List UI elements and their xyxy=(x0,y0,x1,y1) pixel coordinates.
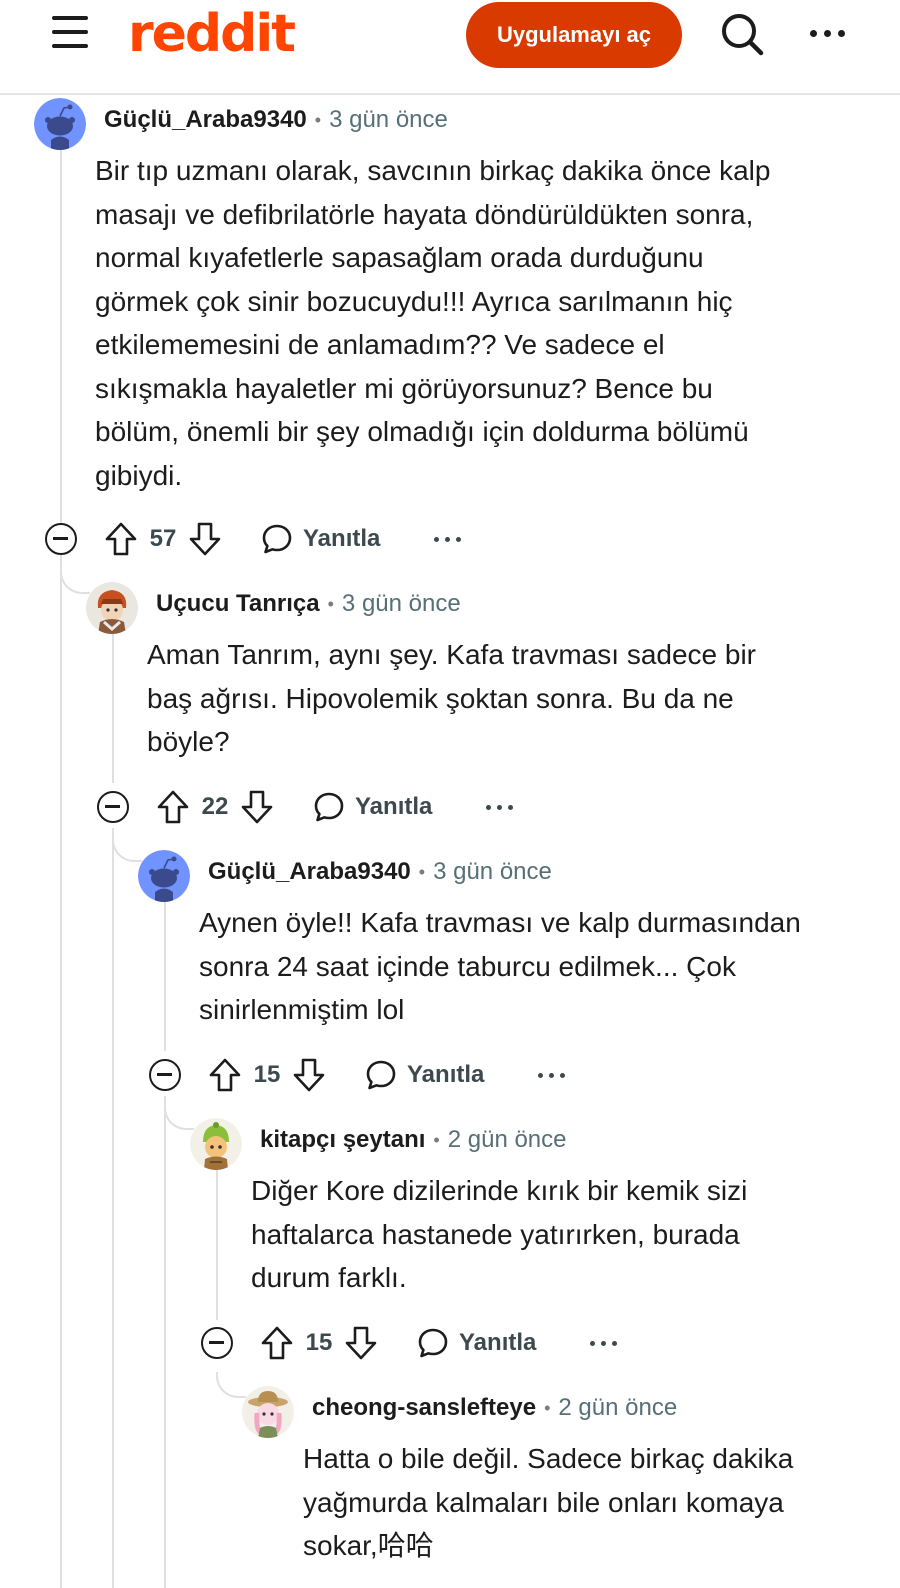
timestamp: 3 gün önce xyxy=(341,590,461,617)
collapse-thread-icon[interactable] xyxy=(201,1327,233,1359)
comment-actions: 22 Yanıtla xyxy=(97,785,518,829)
timestamp: 2 gün önce xyxy=(447,1126,567,1153)
vote-count: 15 xyxy=(305,1329,333,1356)
thread-line[interactable] xyxy=(112,828,114,1588)
comment-text-line: Bir tıp uzmanı olarak, savcının birkaç d… xyxy=(95,155,771,186)
reply-bubble-icon xyxy=(314,792,344,822)
menu-icon[interactable] xyxy=(52,16,88,50)
comment-text-line: sonra 24 saat içinde taburcu edilmek... … xyxy=(199,950,736,982)
downvote-icon[interactable] xyxy=(343,1325,379,1361)
timestamp: 3 gün önce xyxy=(433,858,552,885)
thread-connector xyxy=(112,836,142,862)
avatar[interactable] xyxy=(34,98,86,150)
comment-text-line: normal kıyafetlerle sapasağlam orada dur… xyxy=(95,242,704,273)
reply-button[interactable]: Yanıtla xyxy=(417,1327,536,1359)
vote-count: 15 xyxy=(253,1061,281,1088)
comment-actions: 57 Yanıtla xyxy=(45,517,466,561)
thread-connector xyxy=(216,1372,246,1398)
upvote-icon[interactable] xyxy=(207,1057,243,1093)
reply-label: Yanıtla xyxy=(459,1329,537,1356)
more-options-icon[interactable] xyxy=(586,1328,622,1358)
comment-text-line: sokar,哈哈 xyxy=(303,1530,434,1561)
downvote-icon[interactable] xyxy=(187,521,223,557)
more-options-icon[interactable] xyxy=(430,524,466,554)
comment-text-line: Aynen öyle!! Kafa travması ve kalp durma… xyxy=(199,907,801,938)
thread-line[interactable] xyxy=(164,901,166,1051)
comment-text-line: durum farklı. xyxy=(251,1262,407,1293)
comment-text-line: Aman Tanrım, aynı şey. Kafa travması sad… xyxy=(147,639,756,670)
separator-dot: • xyxy=(544,1397,551,1418)
avatar[interactable] xyxy=(138,850,190,902)
comment-text-line: Diğer Kore dizilerinde kırık bir kemik s… xyxy=(251,1175,748,1206)
reply-label: Yanıtla xyxy=(303,525,381,552)
upvote-icon[interactable] xyxy=(103,521,139,557)
top-nav-bar: reddit Uygulamayı aç xyxy=(0,0,900,95)
username[interactable]: Güçlü_Araba9340 xyxy=(208,858,411,886)
comment-text-line: baş ağrısı. Hipovolemik şoktan sonra. Bu… xyxy=(147,682,734,714)
open-app-button[interactable]: Uygulamayı aç xyxy=(466,2,682,68)
comment-text-line: gibiydi. xyxy=(95,459,183,491)
comment-text-line: etkilememesini de anlamadım?? Ve sadece … xyxy=(95,329,665,360)
timestamp: 2 gün önce xyxy=(558,1394,678,1421)
downvote-icon[interactable] xyxy=(239,789,275,825)
username[interactable]: cheong-sanslefteye xyxy=(312,1394,536,1422)
comment-text-line: masajı ve defibrilatörle hayata döndürül… xyxy=(95,198,754,230)
reply-bubble-icon xyxy=(418,1328,448,1358)
reply-bubble-icon xyxy=(366,1060,396,1090)
comment-text-line: sıkışmakla hayaletler mi görüyorsunuz? B… xyxy=(95,372,713,404)
comment-body: Diğer Kore dizilerinde kırık bir kemik s… xyxy=(251,1169,747,1300)
thread-line[interactable] xyxy=(216,1170,218,1320)
vote-count: 57 xyxy=(149,525,177,552)
more-options-icon[interactable] xyxy=(482,792,518,822)
timestamp: 3 gün önce xyxy=(329,106,448,133)
comment-text-line: haftalarca hastanede yatırırken, burada xyxy=(251,1218,740,1250)
comment-text-line: böyle? xyxy=(147,726,230,757)
comment-body: Aynen öyle!! Kafa travması ve kalp durma… xyxy=(199,901,801,1032)
reply-label: Yanıtla xyxy=(407,1061,485,1088)
thread-line[interactable] xyxy=(60,150,62,1588)
thread-connector xyxy=(60,568,90,594)
collapse-thread-icon[interactable] xyxy=(149,1059,181,1091)
separator-dot: • xyxy=(418,861,426,882)
reply-button[interactable]: Yanıtla xyxy=(365,1059,484,1091)
avatar[interactable] xyxy=(242,1386,294,1438)
separator-dot: • xyxy=(314,109,322,130)
vote-count: 22 xyxy=(201,793,229,820)
search-icon[interactable] xyxy=(720,12,766,58)
comment-actions: 15 Yanıtla xyxy=(149,1053,570,1097)
reply-bubble-icon xyxy=(262,524,292,554)
collapse-thread-icon[interactable] xyxy=(97,791,129,823)
separator-dot: • xyxy=(327,593,334,614)
downvote-icon[interactable] xyxy=(291,1057,327,1093)
thread-connector xyxy=(164,1104,194,1130)
thread-line[interactable] xyxy=(164,1096,166,1588)
reply-button[interactable]: Yanıtla xyxy=(313,791,432,823)
comment-text-line: bölüm, önemli bir şey olmadığı için dold… xyxy=(95,416,749,447)
upvote-icon[interactable] xyxy=(155,789,191,825)
reddit-logo[interactable]: reddit xyxy=(128,2,296,66)
username[interactable]: Güçlü_Araba9340 xyxy=(104,106,307,134)
more-options-icon[interactable] xyxy=(534,1060,570,1090)
comment-text-line: yağmurda kalmaları bile onları komaya xyxy=(303,1486,784,1518)
comment-actions: 15 Yanıtla xyxy=(201,1321,622,1365)
collapse-thread-icon[interactable] xyxy=(45,523,77,555)
avatar[interactable] xyxy=(190,1118,242,1170)
comment-text-line: görmek çok sinir bozucuydu!!! Ayrıca sar… xyxy=(95,285,733,317)
thread-line[interactable] xyxy=(112,633,114,783)
separator-dot: • xyxy=(433,1129,440,1150)
reply-label: Yanıtla xyxy=(355,793,433,820)
reply-button[interactable]: Yanıtla xyxy=(261,523,380,555)
username[interactable]: Uçucu Tanrıça xyxy=(156,590,320,618)
comment-body: Bir tıp uzmanı olarak, savcının birkaç d… xyxy=(95,149,770,497)
comment-body: Aman Tanrım, aynı şey. Kafa travması sad… xyxy=(147,633,756,764)
more-options-icon[interactable] xyxy=(808,16,848,52)
comment-text-line: sinirlenmiştim lol xyxy=(199,994,405,1025)
comment-body: Hatta o bile değil. Sadece birkaç dakika… xyxy=(303,1437,793,1568)
comment-text-line: Hatta o bile değil. Sadece birkaç dakika xyxy=(303,1443,794,1474)
username[interactable]: kitapçı şeytanı xyxy=(260,1126,425,1154)
avatar[interactable] xyxy=(86,582,138,634)
upvote-icon[interactable] xyxy=(259,1325,295,1361)
